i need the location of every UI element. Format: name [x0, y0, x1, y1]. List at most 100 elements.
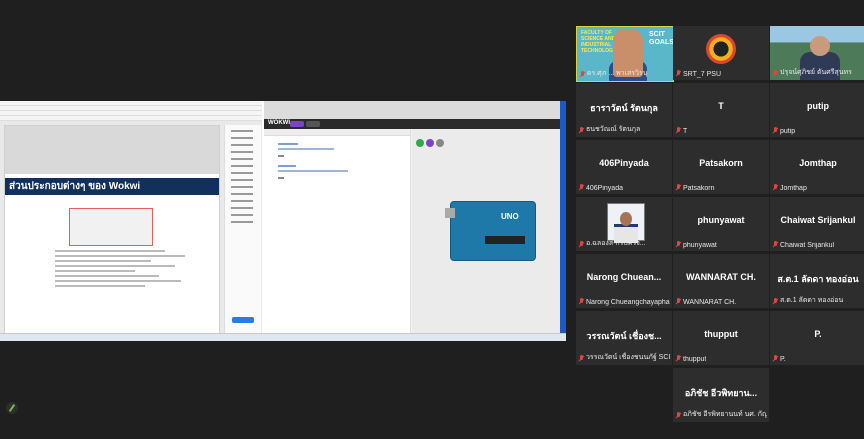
mic-muted-icon [676, 355, 681, 362]
participant-tile[interactable]: ปรุจน์ศุภิชย์ ตันศรีสุนทร [770, 26, 864, 80]
add-part-button [426, 139, 434, 147]
simulator-pane: UNO [412, 129, 566, 333]
participant-tile[interactable]: ธาราวัตน์ รัตนกุลธนชวัณณ์ รัตนกุล [576, 83, 672, 137]
participant-display-name: อภิชัช อีวพิทยาน... [684, 388, 758, 398]
mic-muted-icon [676, 241, 681, 248]
mic-muted-icon [773, 355, 778, 362]
mic-muted-icon [579, 184, 584, 191]
mic-muted-icon [773, 298, 778, 305]
participant-display-name: Chaiwat Srijankul [780, 215, 856, 225]
participant-name-label: Narong Chueangchayaphan [586, 299, 670, 306]
participant-display-name: Jomthap [799, 158, 837, 168]
participant-tile[interactable]: ส.ต.1 ลัดดา ทองอ่อน ส.ต.1 ลัดดา ทองอ่อน [770, 254, 864, 308]
participant-display-name: ส.ต.1 ลัดดา ทองอ่อน [777, 274, 859, 284]
mic-muted-icon [676, 412, 681, 419]
participant-tile[interactable]: phunyawat phunyawat [673, 197, 769, 251]
slide-title: ส่วนประกอบต่างๆ ของ Wokwi [9, 181, 141, 192]
participant-tile[interactable]: วรรณวัตน์ เชื่องช... วรรณวัตน์ เชื่องชนนภ… [576, 311, 672, 365]
participant-tile[interactable]: WANNARAT CH. WANNARAT CH. [673, 254, 769, 308]
participant-display-name: ธาราวัตน์ รัตนกุล [590, 103, 658, 113]
participant-name-label: Jomthap [780, 185, 807, 192]
participant-tile[interactable]: อ.ฉลองส-กรบครง... [576, 197, 672, 251]
more-button [436, 139, 444, 147]
participant-display-name: Patsakorn [699, 158, 743, 168]
organization-logo [706, 34, 736, 64]
mic-muted-icon [676, 298, 681, 305]
participant-tile[interactable]: FACULTY OF SCIENCE AND INDUSTRIAL TECHNO… [576, 26, 674, 82]
mic-muted-icon [579, 127, 584, 134]
participant-display-name: P. [814, 329, 822, 339]
mic-muted-icon [676, 184, 681, 191]
participant-tile[interactable]: SRT_7 PSU [673, 26, 769, 80]
microcontroller-chip [485, 236, 525, 244]
participant-name-label: T [683, 128, 688, 135]
browser-window: WOKWI UNO [264, 101, 566, 341]
tools-pane [224, 125, 261, 333]
wokwi-logo: WOKWI [268, 120, 290, 126]
participant-name-label: ธนชวัณณ์ รัตนกุล [586, 126, 641, 133]
code-line [278, 177, 284, 179]
participant-name-label: Chaiwat Srijankul [780, 242, 835, 249]
slide-screenshot [69, 208, 153, 246]
browser-tabs [264, 101, 566, 120]
participant-tile[interactable]: TT [673, 83, 769, 137]
participant-display-name: WANNARAT CH. [686, 272, 756, 282]
face [620, 212, 632, 226]
participant-tile[interactable]: Chaiwat Srijankul Chaiwat Srijankul [770, 197, 864, 251]
pen-icon[interactable] [6, 402, 18, 414]
wokwi-toolbar: WOKWI [264, 119, 566, 129]
code-line [278, 143, 298, 145]
profile-photo [607, 203, 645, 243]
participant-name-label: thupput [683, 356, 707, 363]
editor-tabs [264, 129, 410, 136]
slide-text-lines [55, 250, 185, 290]
participant-display-name: thupput [704, 329, 738, 339]
participant-tile[interactable]: Narong Chuean... Narong Chueangchayaphan [576, 254, 672, 308]
participant-name-label: SRT_7 PSU [683, 71, 721, 78]
format-bar [0, 116, 262, 121]
participant-name-label: 406Pinyada [586, 185, 623, 192]
participant-name-label: WANNARAT CH. [683, 299, 737, 306]
code-line [278, 165, 296, 167]
screen-edge [560, 101, 566, 341]
share-button [306, 121, 320, 127]
presentation-window: ส่วนประกอบต่างๆ ของ Wokwi [0, 101, 262, 341]
board-label: UNO [501, 212, 519, 221]
participant-name-label: อภิชัช อีรพิทยานนท์ นศ. กัญญูลด... [683, 411, 767, 418]
participant-tile[interactable]: 406Pinyada 406Pinyada [576, 140, 672, 194]
mic-muted-icon [773, 70, 778, 77]
participant-name-label: ส.ต.1 ลัดดา ทองอ่อน [780, 297, 844, 304]
slide-header-image [5, 126, 219, 174]
code-line [278, 148, 334, 150]
participant-tile[interactable]: thupput thupput [673, 311, 769, 365]
os-taskbar [0, 333, 566, 341]
mic-muted-icon [676, 127, 681, 134]
participant-name-label: ปรุจน์ศุภิชย์ ตันศรีสุนทร [780, 69, 852, 76]
participant-tile[interactable]: P. P. [770, 311, 864, 365]
mic-muted-icon [676, 70, 681, 77]
participant-name-label: putip [780, 128, 796, 135]
participant-name-label: Patsakorn [683, 185, 715, 192]
slide: ส่วนประกอบต่างๆ ของ Wokwi [4, 125, 220, 335]
mic-muted-icon [579, 355, 584, 362]
mic-muted-icon [579, 241, 584, 248]
participant-tile[interactable]: Jomthap Jomthap [770, 140, 864, 194]
participant-name-label: วรรณวัตน์ เชื่องชนนภัฐ์ SCIT [586, 354, 670, 361]
code-editor [264, 129, 411, 333]
code-line [278, 170, 348, 172]
participant-name-label: อ.ฉลองส-กรบครง... [586, 240, 646, 247]
participant-display-name: phunyawat [697, 215, 745, 225]
participant-display-name: วรรณวัตน์ เชื่องช... [586, 331, 662, 341]
participant-tile[interactable]: Patsakorn Patsakorn [673, 140, 769, 194]
participant-tile[interactable]: อภิชัช อีวพิทยาน... อภิชัช อีรพิทยานนท์ น… [673, 368, 769, 422]
participant-name-label: ดร.ศุภ ... พาเสรวิรนุ [587, 70, 648, 77]
participant-name-label: P. [780, 356, 786, 363]
participant-display-name: putip [807, 101, 829, 111]
participant-name-label: phunyawat [683, 242, 717, 249]
code-line [278, 155, 284, 157]
play-button [416, 139, 424, 147]
mic-muted-icon [773, 184, 778, 191]
person-face [810, 36, 830, 56]
usb-port [445, 208, 455, 218]
participant-tile[interactable]: putip putip [770, 83, 864, 137]
